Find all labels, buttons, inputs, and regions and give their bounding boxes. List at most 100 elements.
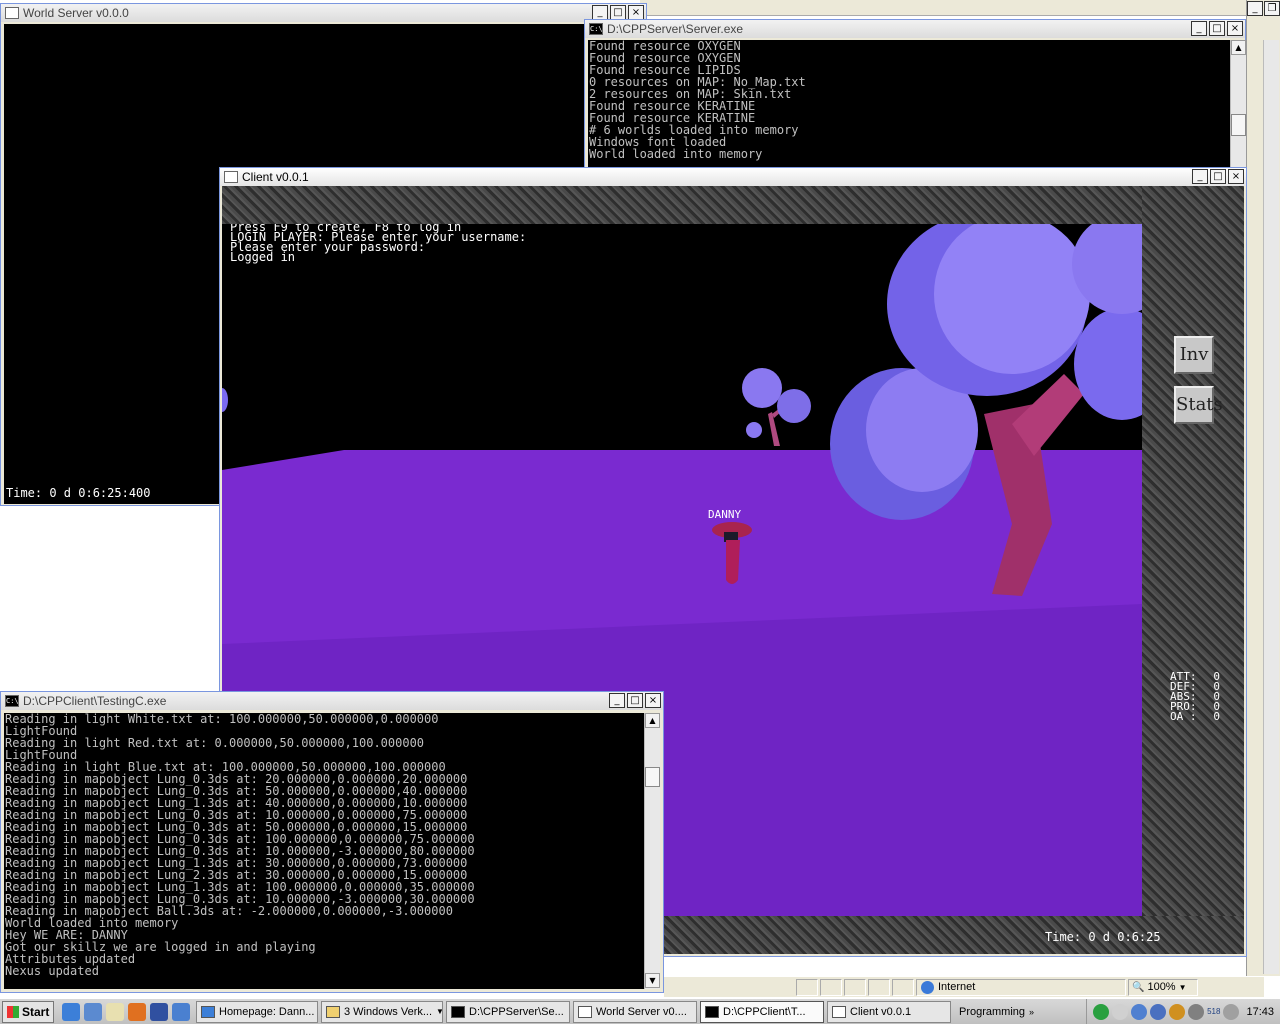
scroll-thumb[interactable]	[645, 767, 660, 787]
app-icon[interactable]	[150, 1002, 168, 1021]
close-icon[interactable]: ×	[1227, 21, 1243, 36]
small-tree	[742, 368, 811, 446]
stone-frame-right	[1142, 186, 1244, 954]
task-button-windows-explorer[interactable]: 3 Windows Verk... ▼	[321, 1000, 443, 1023]
task-label: 3 Windows Verk...	[344, 1005, 433, 1018]
internet-explorer-icon[interactable]	[62, 1002, 80, 1021]
maximize-icon[interactable]: □	[1210, 169, 1226, 184]
client-title: Client v0.0.1	[242, 170, 309, 184]
minimize-icon[interactable]: _	[1247, 1, 1263, 16]
testing-client-title: D:\CPPClient\TestingC.exe	[23, 694, 167, 708]
taskbar-clock[interactable]: 17:43	[1246, 1006, 1274, 1018]
task-label: World Server v0....	[596, 1005, 687, 1018]
stats-button[interactable]: Stats	[1174, 386, 1223, 424]
stat-row: OA : 0	[1170, 710, 1240, 723]
restore-icon[interactable]: ❐	[1264, 1, 1280, 16]
zone-label: Internet	[938, 981, 976, 993]
network-icon[interactable]	[1150, 1003, 1167, 1020]
security-zone[interactable]: Internet	[916, 978, 1126, 996]
client-titlebar[interactable]: Client v0.0.1 _ □ ×	[220, 168, 1246, 186]
task-label: Homepage: Dann...	[219, 1005, 315, 1018]
tray-app-icon[interactable]	[1169, 1003, 1186, 1020]
scroll-thumb[interactable]	[1231, 114, 1246, 136]
chevron-down-icon: ▼	[1178, 982, 1187, 992]
tray-number: 518	[1207, 1007, 1221, 1016]
world-server-titlebar[interactable]: World Server v0.0.0 _ □ ×	[1, 4, 646, 22]
task-label: D:\CPPClient\T...	[723, 1005, 806, 1018]
console-line: Reading in light Red.txt at: 0.000000,50…	[5, 736, 425, 750]
server-console-title: D:\CPPServer\Server.exe	[607, 22, 744, 36]
console-icon	[451, 1005, 465, 1018]
globe-icon	[921, 980, 934, 994]
console-line: Nexus updated	[5, 964, 99, 978]
browser-scrollbar[interactable]	[1263, 40, 1279, 974]
zoom-icon: 🔍	[1132, 981, 1145, 993]
background-window-strip	[640, 0, 1246, 16]
tray-app-icon[interactable]	[1112, 1003, 1129, 1020]
folder-icon	[326, 1005, 340, 1018]
status-cell	[844, 978, 866, 996]
window-app-icon	[578, 1005, 592, 1018]
inventory-button[interactable]: Inv	[1174, 336, 1214, 374]
testing-client-window: C:\ D:\CPPClient\TestingC.exe _ □ × Read…	[0, 691, 664, 993]
server-console-output: Found resource OXYGEN Found resource OXYG…	[588, 40, 1230, 168]
tray-app-icon[interactable]	[1093, 1003, 1110, 1020]
minimize-icon[interactable]: _	[1192, 169, 1208, 184]
taskbar: Start Homepage: Dann... 3 Windows Verk..…	[0, 998, 1280, 1024]
browser-window-buttons[interactable]: _ ❐	[1247, 1, 1280, 16]
maximize-icon[interactable]: □	[627, 693, 643, 708]
start-label: Start	[22, 1004, 50, 1019]
window-app-icon	[5, 7, 19, 19]
close-icon[interactable]: ×	[628, 5, 644, 20]
toolbar-label: Programming	[959, 1005, 1026, 1018]
stat-label: OA :	[1170, 710, 1197, 723]
task-button-homepage[interactable]: Homepage: Dann...	[196, 1000, 318, 1023]
console-line: World loaded into memory	[589, 147, 763, 161]
close-icon[interactable]: ×	[645, 693, 661, 708]
status-cell	[796, 978, 818, 996]
testing-client-scrollbar[interactable]: ▲ ▼	[644, 713, 660, 989]
tray-app-icon[interactable]	[1188, 1003, 1205, 1020]
start-button[interactable]: Start	[2, 1000, 54, 1023]
server-console-scrollbar[interactable]: ▲	[1230, 40, 1246, 168]
maximize-icon[interactable]: □	[610, 5, 626, 20]
close-icon[interactable]: ×	[1228, 169, 1244, 184]
maximize-icon[interactable]: □	[1209, 21, 1225, 36]
minimize-icon[interactable]: _	[592, 5, 608, 20]
zoom-control[interactable]: 🔍 100% ▼	[1128, 978, 1198, 996]
task-label: Client v0.0.1	[850, 1005, 912, 1018]
task-button-server[interactable]: D:\CPPServer\Se...	[446, 1000, 570, 1023]
task-button-testing-client[interactable]: D:\CPPClient\T...	[700, 1000, 824, 1023]
scroll-up-icon[interactable]: ▲	[645, 713, 660, 728]
minimize-icon[interactable]: _	[609, 693, 625, 708]
server-console-window: C:\ D:\CPPServer\Server.exe _ □ × Found …	[584, 19, 1246, 169]
windows-logo-icon	[7, 1005, 19, 1018]
console-icon	[705, 1005, 719, 1018]
chevron-right-icon: »	[1029, 1006, 1035, 1017]
notepad-icon[interactable]	[106, 1002, 124, 1021]
left-edge-tree	[222, 388, 228, 412]
stat-value: 0	[1213, 710, 1220, 723]
window-app-icon	[224, 171, 238, 183]
scroll-up-icon[interactable]: ▲	[1231, 40, 1246, 55]
server-console-titlebar[interactable]: C:\ D:\CPPServer\Server.exe _ □ ×	[585, 20, 1245, 38]
firefox-icon[interactable]	[128, 1002, 146, 1021]
task-button-world-server[interactable]: World Server v0....	[573, 1000, 697, 1023]
window-app-icon	[832, 1005, 846, 1018]
status-cell	[868, 978, 890, 996]
background-browser-frame: _ ❐	[1246, 0, 1280, 976]
testing-client-output: Reading in light White.txt at: 100.00000…	[4, 713, 644, 989]
status-cell	[664, 979, 794, 996]
tray-app-icon[interactable]	[1131, 1003, 1148, 1020]
task-label: D:\CPPServer\Se...	[469, 1005, 564, 1018]
app-icon[interactable]	[172, 1002, 190, 1021]
world-server-time: Time: 0 d 0:6:25:400	[6, 486, 151, 500]
task-button-client[interactable]: Client v0.0.1	[827, 1000, 951, 1023]
minimize-icon[interactable]: _	[1191, 21, 1207, 36]
media-player-icon[interactable]	[84, 1002, 102, 1021]
testing-client-titlebar[interactable]: C:\ D:\CPPClient\TestingC.exe _ □ ×	[1, 692, 663, 710]
console-line: Reading in light White.txt at: 100.00000…	[5, 713, 439, 726]
system-tray: 518 17:43	[1086, 999, 1280, 1024]
toolbar-programming[interactable]: Programming »	[954, 1001, 1042, 1023]
scroll-down-icon[interactable]: ▼	[645, 973, 660, 988]
